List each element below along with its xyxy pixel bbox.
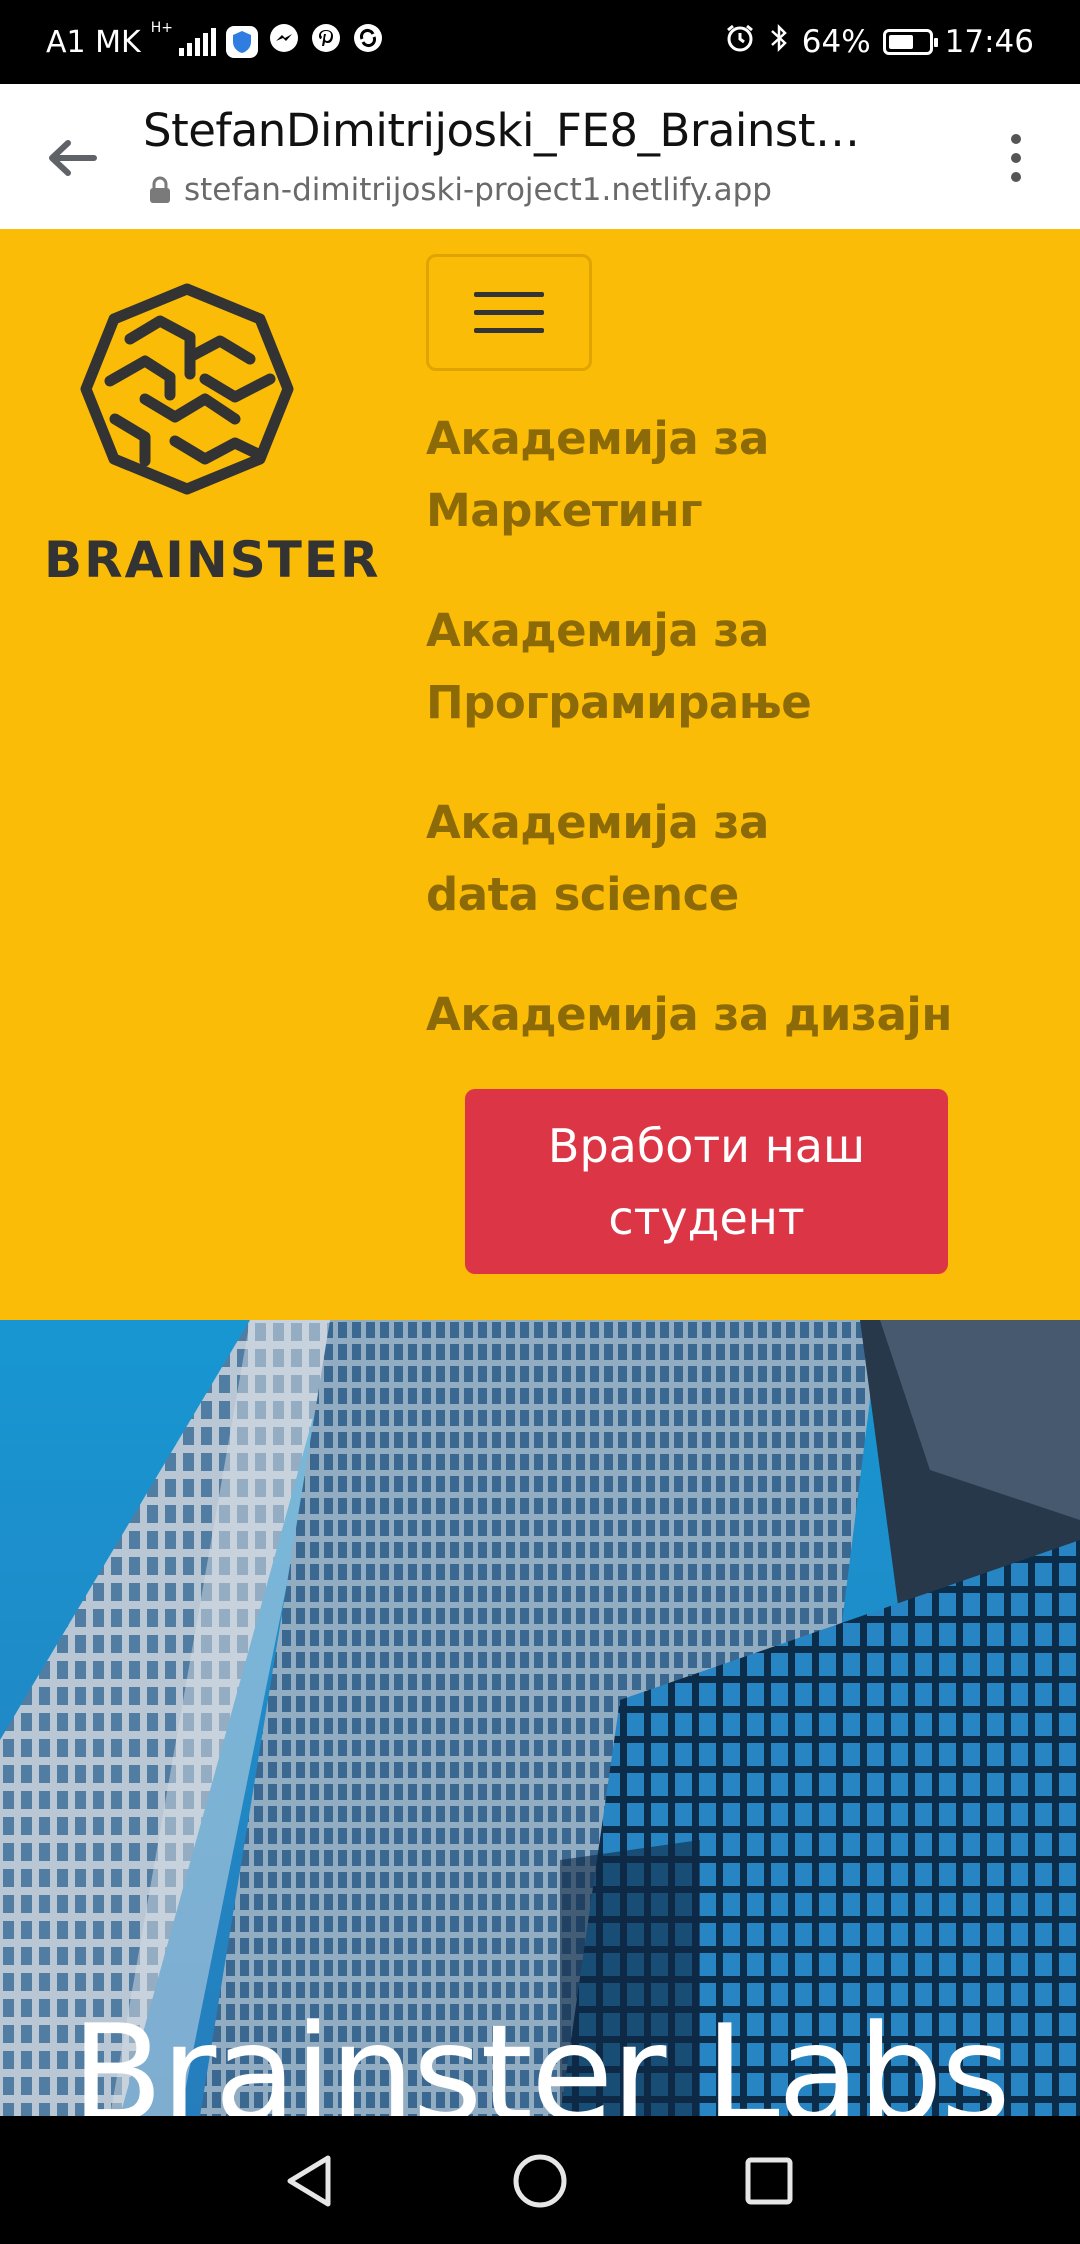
- hamburger-line: [474, 328, 544, 333]
- hire-student-button[interactable]: Вработи наш студент: [465, 1089, 948, 1274]
- url-text: stefan-dimitrijoski-project1.netlify.app: [184, 172, 772, 208]
- hamburger-line: [474, 310, 544, 315]
- hamburger-line: [474, 292, 544, 297]
- signal-icon: [178, 28, 216, 56]
- hire-student-label: Вработи наш студент: [547, 1118, 866, 1245]
- system-navigation-bar: [0, 2116, 1080, 2244]
- url-bar[interactable]: stefan-dimitrijoski-project1.netlify.app: [148, 172, 772, 208]
- dot-icon: [1011, 153, 1021, 163]
- hero-title: Brainster Labs: [71, 1996, 1010, 2116]
- back-button[interactable]: [40, 126, 104, 190]
- nav-item-data-science[interactable]: Академија за data science: [426, 787, 886, 931]
- sync-icon: [352, 22, 384, 62]
- pinterest-icon: [310, 22, 342, 62]
- navbar-toggle-button[interactable]: [426, 254, 592, 371]
- brain-icon: [80, 283, 294, 495]
- page-title: StefanDimitrijoski_FE8_Brainst…: [143, 104, 860, 157]
- messenger-icon: [268, 22, 300, 62]
- nav-item-marketing[interactable]: Академија за Маркетинг: [426, 403, 786, 547]
- status-right: 64% 17:46: [724, 20, 1034, 64]
- arrow-left-icon: [49, 140, 97, 176]
- nav-item-programming[interactable]: Академија за Програмирање: [426, 595, 826, 739]
- alarm-icon: [724, 22, 756, 62]
- dot-icon: [1011, 134, 1021, 144]
- nav-item-design[interactable]: Академија за дизајн: [426, 979, 1026, 1051]
- circle-home-icon: [513, 2154, 567, 2208]
- clock: 17:46: [944, 24, 1034, 60]
- battery-percent: 64%: [801, 24, 871, 60]
- overflow-menu-button[interactable]: [988, 124, 1044, 192]
- nav-recents-button[interactable]: [734, 2146, 804, 2216]
- nav-menu: Академија за Маркетинг Академија за Прог…: [426, 403, 1026, 1099]
- network-type: H+: [150, 20, 173, 36]
- status-bar: A1 MK H+ 64% 17:46: [0, 0, 1080, 84]
- hero-section: Brainster Labs: [0, 1320, 1080, 2116]
- nav-home-button[interactable]: [505, 2146, 575, 2216]
- dot-icon: [1011, 172, 1021, 182]
- brainster-logo[interactable]: [40, 279, 340, 514]
- triangle-back-icon: [287, 2155, 331, 2207]
- site-header: BRAINSTER Академија за Маркетинг Академи…: [0, 229, 1080, 1320]
- shield-app-icon: [225, 26, 258, 58]
- square-recents-icon: [745, 2157, 793, 2205]
- battery-icon: [882, 29, 938, 55]
- carrier-label: A1 MK: [46, 24, 141, 60]
- browser-toolbar: StefanDimitrijoski_FE8_Brainst… stefan-d…: [0, 84, 1080, 230]
- bluetooth-icon: [768, 22, 790, 62]
- nav-back-button[interactable]: [276, 2146, 346, 2216]
- status-left: A1 MK H+: [46, 20, 384, 64]
- lock-icon: [150, 176, 170, 203]
- brand-name: BRAINSTER: [44, 531, 381, 589]
